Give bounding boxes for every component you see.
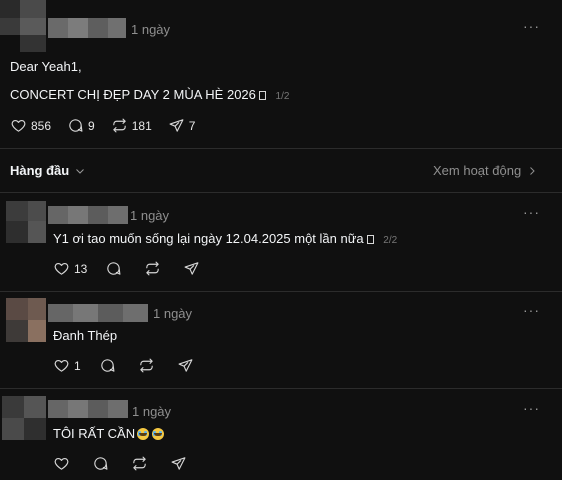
like-button[interactable]: 1 (53, 357, 81, 374)
reply-actions: 1 (53, 357, 194, 374)
reply-text: Đanh Thép (53, 328, 118, 343)
username[interactable] (48, 400, 128, 418)
send-icon (178, 359, 193, 372)
reply-count: 9 (88, 118, 95, 133)
more-options-icon[interactable]: ··· (523, 18, 540, 34)
missing-glyph-icon (258, 91, 266, 100)
repost-button[interactable] (131, 455, 148, 472)
post-pager[interactable]: 1/2 (276, 91, 290, 102)
like-button[interactable]: 13 (53, 260, 87, 277)
like-button[interactable]: 856 (10, 117, 51, 134)
reply-button[interactable] (92, 455, 109, 472)
repost-button[interactable] (138, 357, 155, 374)
share-button[interactable]: 7 (168, 117, 196, 134)
post-actions: 856 9 181 7 (10, 117, 195, 134)
share-button[interactable] (170, 455, 187, 472)
like-button[interactable] (53, 455, 70, 472)
heart-icon (54, 457, 69, 470)
comment-icon (101, 359, 115, 372)
more-options-icon[interactable]: ··· (523, 400, 540, 416)
avatar[interactable] (6, 298, 46, 342)
share-button[interactable] (177, 357, 194, 374)
comment-icon (94, 457, 108, 470)
sort-dropdown[interactable]: Hàng đầu (10, 163, 86, 178)
repost-count: 181 (131, 118, 152, 133)
reply-text: TÔI RẤT CẦN (53, 426, 165, 441)
username[interactable] (48, 18, 126, 38)
heart-icon (54, 262, 69, 275)
avatar[interactable] (6, 201, 46, 243)
view-activity-label: Xem hoạt động (433, 163, 522, 178)
send-icon (184, 262, 199, 275)
heart-icon (54, 359, 69, 372)
reply-button[interactable] (99, 357, 116, 374)
like-count: 13 (74, 261, 88, 276)
repost-icon (146, 261, 160, 276)
post-time: 1 ngày (131, 22, 171, 37)
divider (0, 291, 562, 292)
send-icon (171, 457, 186, 470)
post-line-2: CONCERT CHỊ ĐẸP DAY 2 MÙA HÈ 2026 1/2 (10, 87, 289, 102)
heart-icon (11, 119, 26, 132)
missing-glyph-icon (366, 235, 374, 244)
reply-time: 1 ngày (132, 404, 172, 419)
view-activity-link[interactable]: Xem hoạt động (433, 163, 538, 178)
avatar[interactable] (2, 396, 46, 440)
reply-actions (53, 455, 187, 472)
reply-actions: 13 (53, 260, 200, 277)
reply-button[interactable]: 9 (67, 117, 95, 134)
chevron-right-icon (530, 166, 535, 175)
crying-face-emoji-icon (152, 428, 165, 440)
reply-time: 1 ngày (153, 306, 193, 321)
more-options-icon[interactable]: ··· (523, 302, 540, 318)
chevron-down-icon (76, 168, 85, 174)
like-count: 1 (74, 358, 81, 373)
repost-icon (133, 456, 146, 471)
like-count: 856 (31, 118, 52, 133)
post-line-2-text: CONCERT CHỊ ĐẸP DAY 2 MÙA HÈ 2026 (10, 87, 256, 102)
divider (0, 192, 562, 193)
reply-text: Y1 ơi tao muốn sống lại ngày 12.04.2025 … (53, 231, 397, 246)
repost-button[interactable] (144, 260, 161, 277)
divider (0, 148, 562, 149)
share-button[interactable] (183, 260, 200, 277)
comment-icon (107, 262, 121, 275)
divider (0, 388, 562, 389)
avatar[interactable] (0, 0, 46, 52)
share-count: 7 (188, 118, 196, 133)
sort-label: Hàng đầu (10, 163, 70, 178)
repost-button[interactable]: 181 (111, 117, 152, 134)
crying-face-emoji-icon (137, 428, 150, 440)
repost-icon (112, 118, 126, 133)
more-options-icon[interactable]: ··· (523, 204, 540, 220)
post-line-1: Dear Yeah1, (10, 59, 82, 74)
send-icon (169, 119, 184, 132)
repost-icon (139, 358, 153, 373)
reply-text-content: Y1 ơi tao muốn sống lại ngày 12.04.2025 … (53, 231, 364, 246)
username[interactable] (48, 304, 148, 322)
reply-time: 1 ngày (130, 208, 170, 223)
comment-icon (69, 119, 83, 132)
username[interactable] (48, 206, 128, 224)
reply-button[interactable] (105, 260, 122, 277)
reply-pager[interactable]: 2/2 (383, 235, 397, 246)
reply-text-content: TÔI RẤT CẦN (53, 426, 136, 441)
